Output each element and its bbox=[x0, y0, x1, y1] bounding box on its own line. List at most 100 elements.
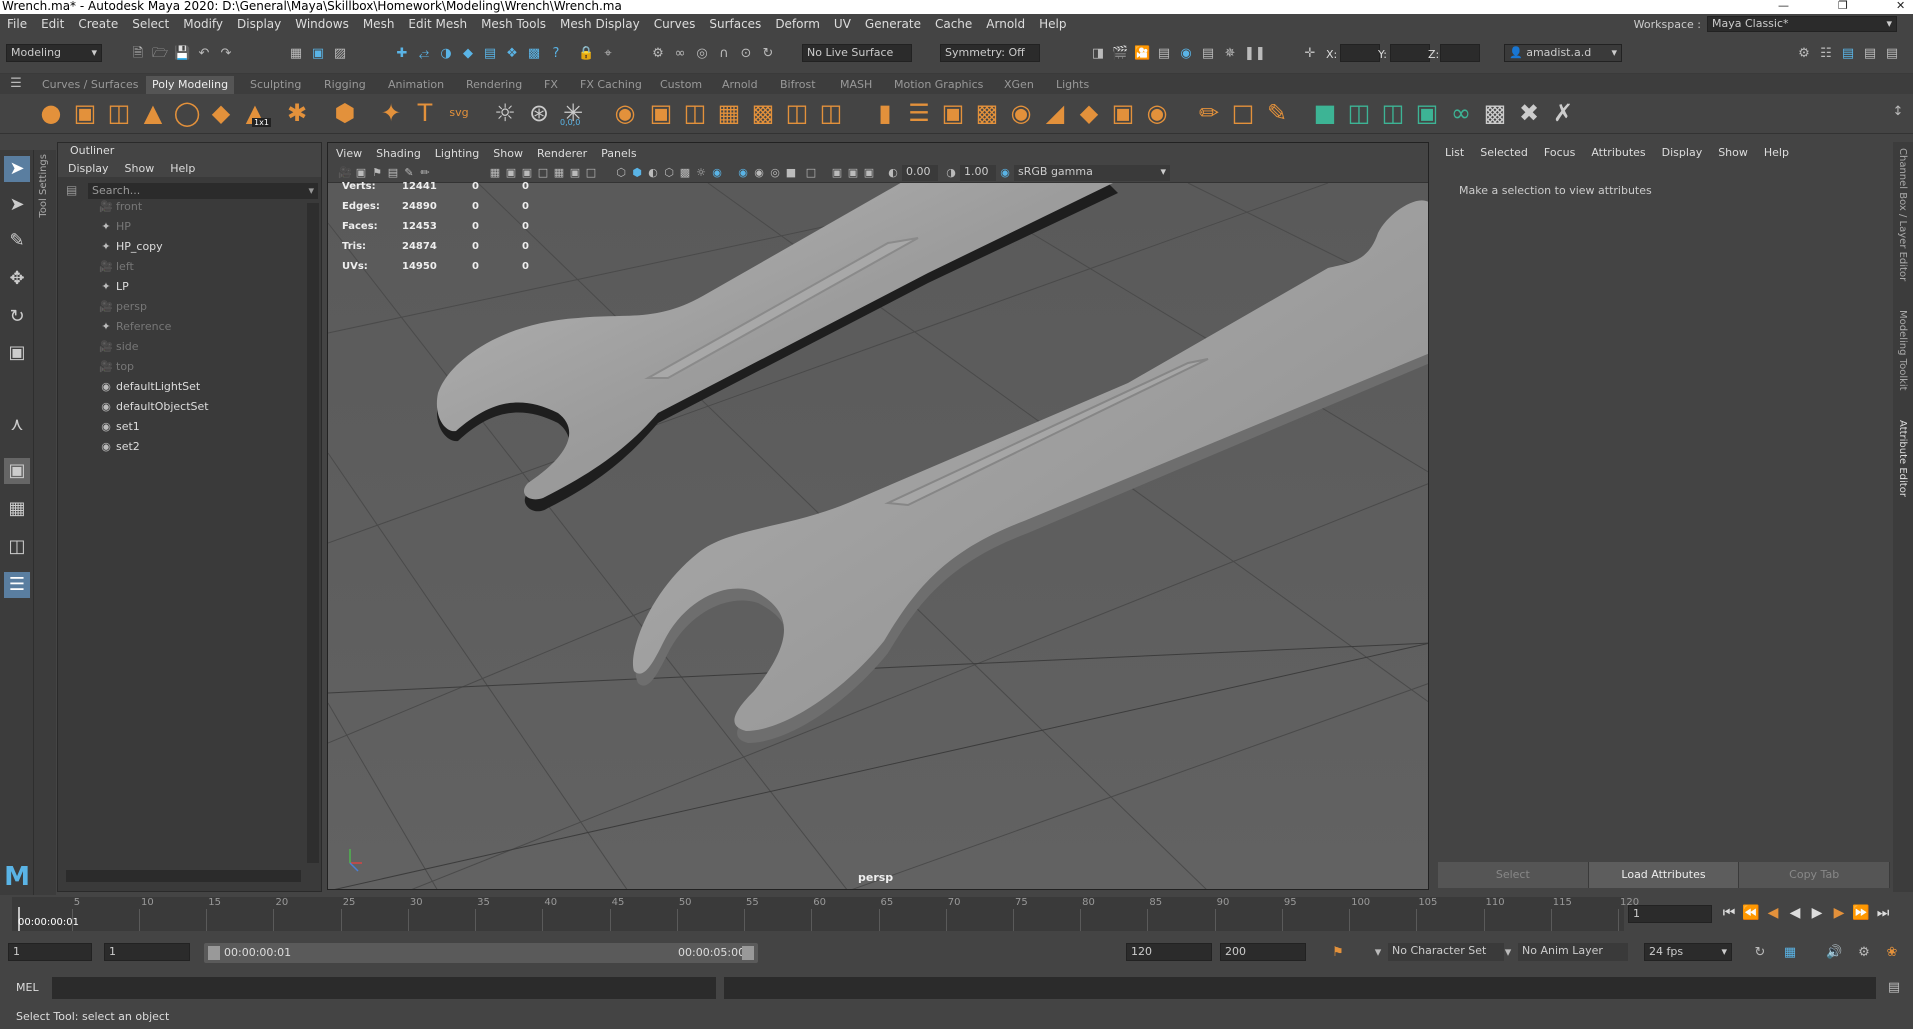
outliner-item[interactable]: 🎥 persp bbox=[98, 297, 147, 317]
command-input[interactable] bbox=[52, 977, 716, 999]
maximize-icon[interactable]: ❐ bbox=[1838, 0, 1848, 12]
bevel-icon[interactable]: ☰ bbox=[904, 98, 934, 128]
shelf-tab-lights[interactable]: Lights bbox=[1050, 76, 1095, 94]
menu-select[interactable]: Select bbox=[125, 17, 176, 31]
outliner-item[interactable]: ◉ set2 bbox=[98, 437, 140, 457]
anti-aliasing-icon[interactable]: ◎ bbox=[768, 165, 782, 181]
menu-deform[interactable]: Deform bbox=[768, 17, 827, 31]
menu-surfaces[interactable]: Surfaces bbox=[702, 17, 768, 31]
lock-icon[interactable]: 🔒 bbox=[578, 46, 594, 62]
viewport-panel[interactable]: View Shading Lighting Show Renderer Pane… bbox=[327, 142, 1429, 890]
viewport-menu-panels[interactable]: Panels bbox=[601, 147, 636, 160]
paint-select-icon[interactable]: ◎ bbox=[694, 46, 710, 62]
view-transform-dropdown[interactable]: sRGB gamma ▾ bbox=[1014, 165, 1170, 181]
auto-key-icon[interactable]: ⚑ bbox=[1330, 945, 1346, 961]
select-button[interactable]: Select bbox=[1438, 862, 1589, 888]
gamma-input[interactable]: 1.00 bbox=[960, 165, 996, 181]
shelf-tab-sculpting[interactable]: Sculpting bbox=[244, 76, 307, 94]
last-tool-icon[interactable]: ⋏ bbox=[4, 412, 30, 438]
attr-menu-display[interactable]: Display bbox=[1662, 146, 1703, 159]
outliner-item[interactable]: ✦ HP_copy bbox=[98, 237, 162, 257]
grid-icon[interactable]: ▦ bbox=[488, 165, 502, 181]
four-view-layout-icon[interactable]: ▦ bbox=[4, 496, 30, 522]
uv-editor-icon[interactable]: ▩ bbox=[1480, 98, 1510, 128]
character-set-dropdown[interactable]: No Character Set bbox=[1388, 943, 1504, 961]
depth-of-field-icon[interactable]: ■ bbox=[784, 165, 798, 181]
construction-history-icon[interactable]: ⚙ bbox=[650, 46, 666, 62]
outliner-vertical-scrollbar[interactable] bbox=[307, 203, 319, 863]
spherical-uv-icon[interactable]: ◫ bbox=[1378, 98, 1408, 128]
render-current-icon[interactable]: 🎬 bbox=[1112, 46, 1128, 62]
bridge-icon[interactable]: ◫ bbox=[782, 98, 812, 128]
extrude-icon[interactable]: ▮ bbox=[870, 98, 900, 128]
symmetry-dropdown[interactable]: Symmetry: Off bbox=[940, 44, 1040, 62]
multi-cut-icon[interactable]: ✏ bbox=[1194, 98, 1224, 128]
cylindrical-uv-icon[interactable]: ◫ bbox=[1344, 98, 1374, 128]
select-hierarchy-icon[interactable]: ▦ bbox=[288, 46, 304, 62]
shelf-tab-curves-surfaces[interactable]: Curves / Surfaces bbox=[36, 76, 145, 94]
pause-icon[interactable]: ❚❚ bbox=[1244, 46, 1266, 62]
shelf-tab-animation[interactable]: Animation bbox=[382, 76, 450, 94]
sound-icon[interactable]: 🔊 bbox=[1826, 945, 1842, 961]
snap-view-plane-icon[interactable]: ◆ bbox=[460, 46, 476, 62]
step-back-frame-icon[interactable]: ◀ bbox=[1762, 905, 1784, 921]
exposure-input[interactable]: 0.00 bbox=[902, 165, 938, 181]
save-scene-icon[interactable]: 💾 bbox=[174, 46, 190, 62]
animation-preferences-icon[interactable]: ⚙ bbox=[1856, 945, 1872, 961]
menu-create[interactable]: Create bbox=[71, 17, 125, 31]
select-tool-icon[interactable]: ➤ bbox=[4, 156, 30, 182]
render-settings-icon[interactable]: ▤ bbox=[1156, 46, 1172, 62]
live-surface-field[interactable]: No Live Surface bbox=[802, 44, 912, 62]
field-chart-icon[interactable]: ▦ bbox=[552, 165, 566, 181]
load-attributes-button[interactable]: Load Attributes bbox=[1588, 862, 1740, 888]
copy-tab-button[interactable]: Copy Tab bbox=[1739, 862, 1891, 888]
type-tool-icon[interactable]: T bbox=[410, 98, 440, 128]
smooth-icon[interactable]: ◫ bbox=[680, 98, 710, 128]
select-object-icon[interactable]: ▣ bbox=[310, 46, 326, 62]
image-plane-icon[interactable]: ▤ bbox=[386, 165, 400, 181]
shelf-tab-bifrost[interactable]: Bifrost bbox=[774, 76, 822, 94]
menu-curves[interactable]: Curves bbox=[647, 17, 703, 31]
single-perspective-layout-icon[interactable]: ▣ bbox=[4, 458, 30, 484]
character-controls-icon[interactable]: ☷ bbox=[1818, 46, 1834, 62]
step-back-key-icon[interactable]: ⏪ bbox=[1740, 905, 1762, 921]
minimize-icon[interactable]: — bbox=[1778, 0, 1789, 12]
step-forward-frame-icon[interactable]: ▶ bbox=[1828, 905, 1850, 921]
unfold-icon[interactable]: ✖ bbox=[1514, 98, 1544, 128]
redo-icon[interactable]: ↷ bbox=[218, 46, 234, 62]
animation-start-input[interactable]: 1 bbox=[8, 943, 92, 961]
go-to-end-icon[interactable]: ⏭ bbox=[1872, 905, 1894, 921]
separate-icon[interactable]: ▣ bbox=[646, 98, 676, 128]
outliner-menu-help[interactable]: Help bbox=[170, 162, 195, 175]
outliner-item[interactable]: 🎥 top bbox=[98, 357, 134, 377]
filter-icon[interactable]: ▤ bbox=[66, 183, 77, 197]
lasso-tool-icon[interactable]: ➤ bbox=[4, 192, 30, 218]
outliner-horizontal-scrollbar[interactable] bbox=[66, 870, 301, 882]
persp-outliner-layout-icon[interactable]: ◫ bbox=[4, 534, 30, 560]
xray-components-icon[interactable]: ▣ bbox=[862, 165, 876, 181]
shelf-tab-custom[interactable]: Custom bbox=[654, 76, 708, 94]
scatter-icon[interactable]: ⊛ bbox=[524, 98, 554, 128]
gamma-icon[interactable]: ◑ bbox=[944, 165, 958, 181]
shelf-tab-mash[interactable]: MASH bbox=[834, 76, 878, 94]
gate-mask-icon[interactable]: □ bbox=[536, 165, 550, 181]
cache-playback-icon[interactable]: ▦ bbox=[1782, 945, 1798, 961]
menu-file[interactable]: File bbox=[0, 17, 34, 31]
attr-menu-attributes[interactable]: Attributes bbox=[1591, 146, 1645, 159]
outliner-item[interactable]: ◉ set1 bbox=[98, 417, 140, 437]
user-account-dropdown[interactable]: 👤 amadist.a.d ▾ bbox=[1504, 44, 1622, 62]
modeling-toolkit-icon[interactable]: ⚙ bbox=[1796, 46, 1812, 62]
snap-vertex-icon[interactable]: ❖ bbox=[504, 46, 520, 62]
circularize-icon[interactable]: ◉ bbox=[1006, 98, 1036, 128]
move-tool-icon[interactable]: ✥ bbox=[4, 266, 30, 292]
play-backwards-icon[interactable]: ◀ bbox=[1784, 905, 1806, 921]
default-material-icon[interactable]: ◐ bbox=[646, 165, 660, 181]
measure-tool-icon[interactable]: ☼ bbox=[490, 98, 520, 128]
viewport-menu-shading[interactable]: Shading bbox=[376, 147, 421, 160]
color-management-icon[interactable]: ◉ bbox=[998, 165, 1012, 181]
shelf-scroll-icon[interactable]: ↕ bbox=[1890, 104, 1906, 120]
chevron-down-icon[interactable]: ▾ bbox=[1500, 945, 1516, 961]
time-slider-track[interactable]: 5 10 15 20 25 30 35 40 45 50 55 60 65 70 75 80 85 90 95 100… bbox=[12, 897, 1639, 931]
attr-menu-help[interactable]: Help bbox=[1764, 146, 1789, 159]
platonic-solid-icon[interactable]: ⬢ bbox=[330, 98, 360, 128]
